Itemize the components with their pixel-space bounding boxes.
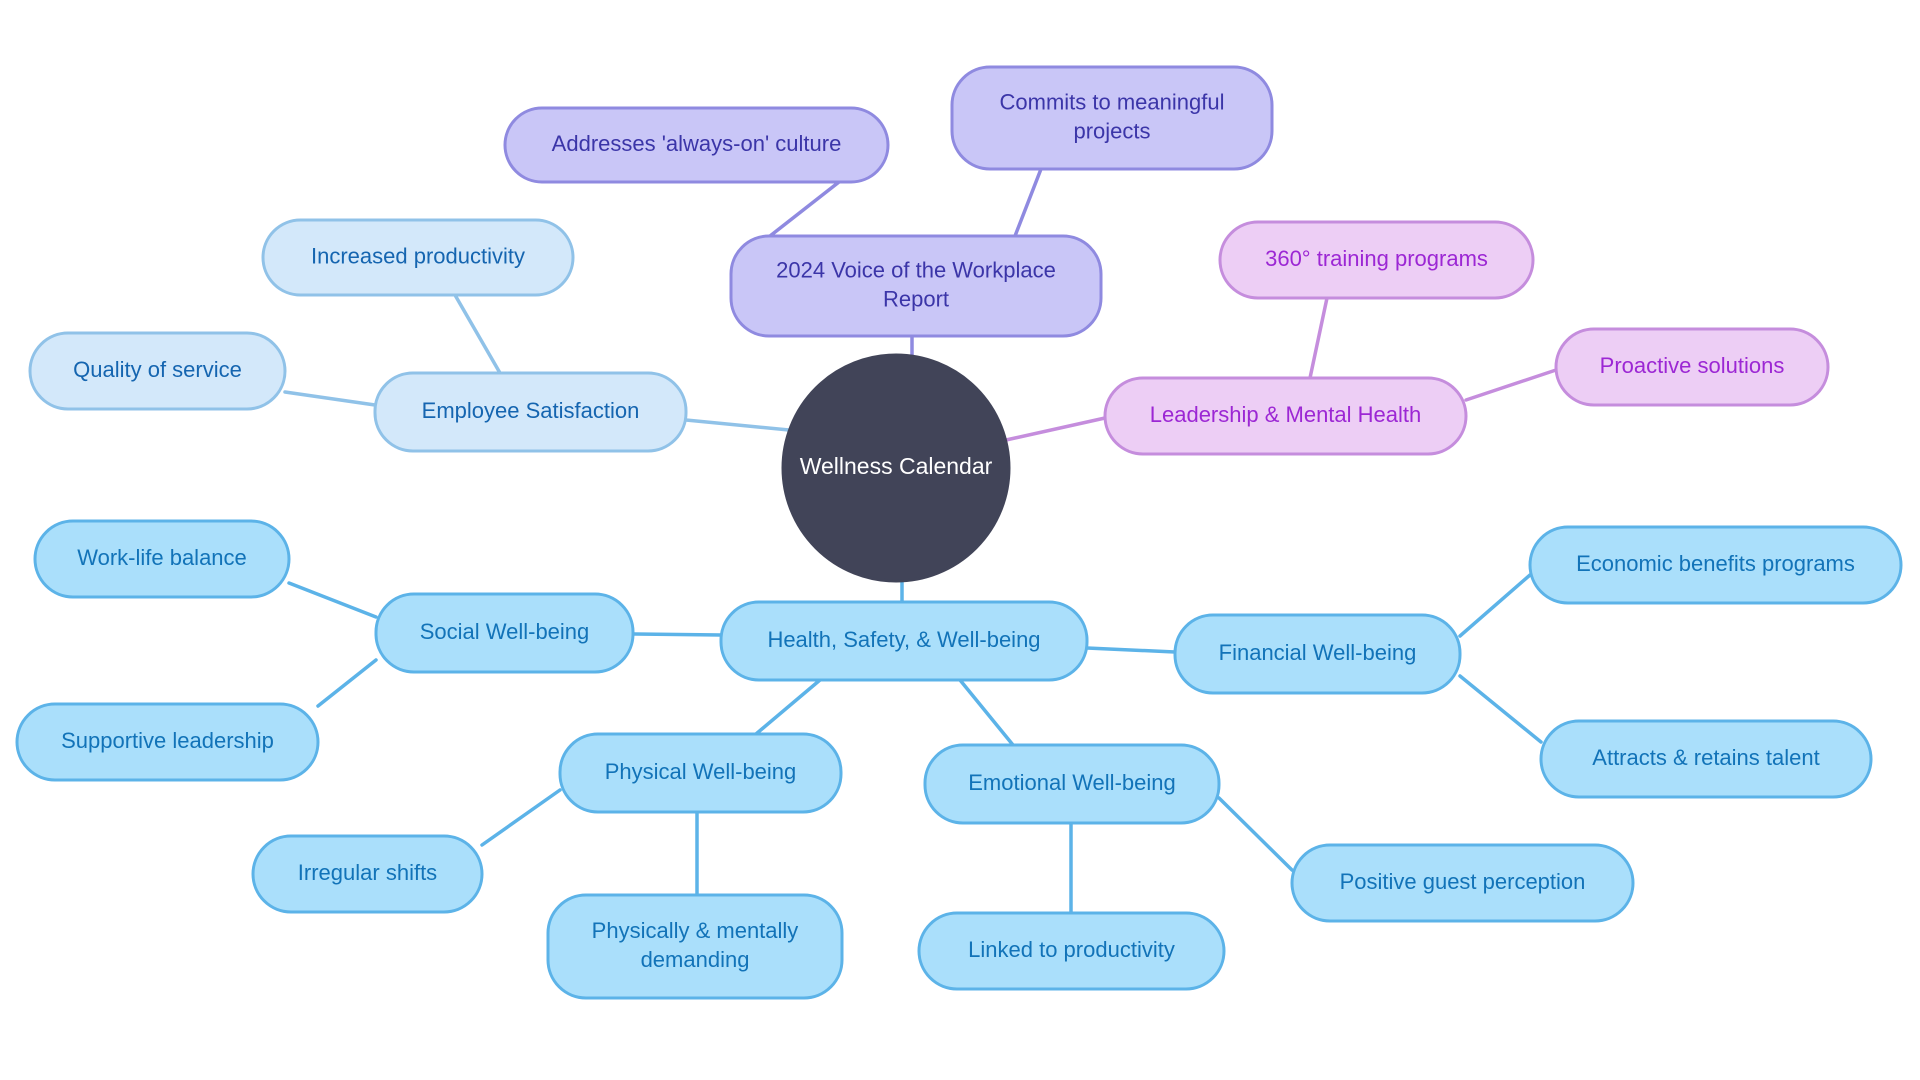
node-guest[interactable]: Positive guest perception — [1290, 843, 1635, 923]
edge-root-to-leadership — [1004, 416, 1107, 442]
node-label-irregular: Irregular shifts — [298, 860, 437, 885]
node-proactive[interactable]: Proactive solutions — [1554, 327, 1830, 407]
node-training[interactable]: 360° training programs — [1218, 220, 1535, 300]
node-label-quality: Quality of service — [73, 357, 242, 382]
edge-leadership-to-proactive — [1464, 368, 1558, 402]
node-linked[interactable]: Linked to productivity — [917, 911, 1226, 991]
node-label-proactive: Proactive solutions — [1600, 353, 1785, 378]
edge-hsw-to-physical — [754, 678, 822, 736]
node-hsw[interactable]: Health, Safety, & Well-being — [719, 600, 1089, 682]
edge-hsw-to-social — [631, 632, 723, 637]
node-label-employee_sat: Employee Satisfaction — [422, 398, 640, 423]
edge-social-to-supportive — [316, 658, 378, 708]
edge-physical-to-irregular — [480, 788, 562, 847]
node-supportive[interactable]: Supportive leadership — [15, 702, 320, 782]
edge-employee_sat-to-productivity — [453, 293, 502, 375]
node-label-guest: Positive guest perception — [1340, 869, 1586, 894]
node-physical[interactable]: Physical Well-being — [558, 732, 843, 814]
node-label-emotional: Emotional Well-being — [968, 770, 1175, 795]
node-leadership[interactable]: Leadership & Mental Health — [1103, 376, 1468, 456]
node-demanding[interactable]: Physically & mentally demanding — [546, 893, 844, 1000]
edge-employee_sat-to-quality — [283, 390, 377, 407]
node-quality[interactable]: Quality of service — [28, 331, 287, 411]
node-label-linked: Linked to productivity — [968, 937, 1175, 962]
node-attracts[interactable]: Attracts & retains talent — [1539, 719, 1873, 799]
nodes-layer: Wellness Calendar 2024 Voice of the Workp… — [15, 65, 1903, 1000]
node-label-supportive: Supportive leadership — [61, 728, 274, 753]
node-report[interactable]: 2024 Voice of the Workplace Report — [729, 234, 1103, 338]
node-label-root: Wellness Calendar — [800, 453, 993, 479]
node-label-economic: Economic benefits programs — [1576, 551, 1855, 576]
edge-leadership-to-training — [1308, 296, 1329, 380]
edge-emotional-to-guest — [1217, 796, 1294, 872]
node-label-always_on: Addresses 'always-on' culture — [552, 131, 842, 156]
edge-hsw-to-financial — [1085, 646, 1177, 654]
node-irregular[interactable]: Irregular shifts — [251, 834, 484, 914]
node-label-leadership: Leadership & Mental Health — [1150, 402, 1422, 427]
node-label-attracts: Attracts & retains talent — [1592, 745, 1819, 770]
node-emotional[interactable]: Emotional Well-being — [923, 743, 1221, 825]
node-financial[interactable]: Financial Well-being — [1173, 613, 1462, 695]
node-label-worklife: Work-life balance — [77, 545, 247, 570]
node-label-physical: Physical Well-being — [605, 759, 797, 784]
edge-hsw-to-emotional — [958, 678, 1015, 747]
node-label-financial: Financial Well-being — [1219, 640, 1417, 665]
node-label-productivity: Increased productivity — [311, 243, 525, 268]
edge-financial-to-attracts — [1458, 674, 1543, 744]
node-always_on[interactable]: Addresses 'always-on' culture — [503, 106, 890, 184]
node-meaningful[interactable]: Commits to meaningful projects — [950, 65, 1274, 171]
edge-report-to-always_on — [768, 180, 841, 238]
node-root[interactable]: Wellness Calendar — [781, 353, 1011, 583]
edge-root-to-employee_sat — [684, 418, 791, 432]
edge-financial-to-economic — [1458, 573, 1532, 638]
edge-social-to-worklife — [287, 581, 378, 619]
edge-report-to-meaningful — [1013, 167, 1043, 238]
mindmap-diagram: Wellness Calendar 2024 Voice of the Workp… — [15, 65, 1903, 1000]
mindmap-canvas: Wellness Calendar 2024 Voice of the Workp… — [0, 0, 1920, 1080]
node-label-social: Social Well-being — [420, 619, 590, 644]
node-social[interactable]: Social Well-being — [374, 592, 635, 674]
node-label-hsw: Health, Safety, & Well-being — [767, 627, 1040, 652]
node-label-training: 360° training programs — [1265, 246, 1488, 271]
node-worklife[interactable]: Work-life balance — [33, 519, 291, 599]
node-economic[interactable]: Economic benefits programs — [1528, 525, 1903, 605]
node-employee_sat[interactable]: Employee Satisfaction — [373, 371, 688, 453]
node-productivity[interactable]: Increased productivity — [261, 218, 575, 297]
